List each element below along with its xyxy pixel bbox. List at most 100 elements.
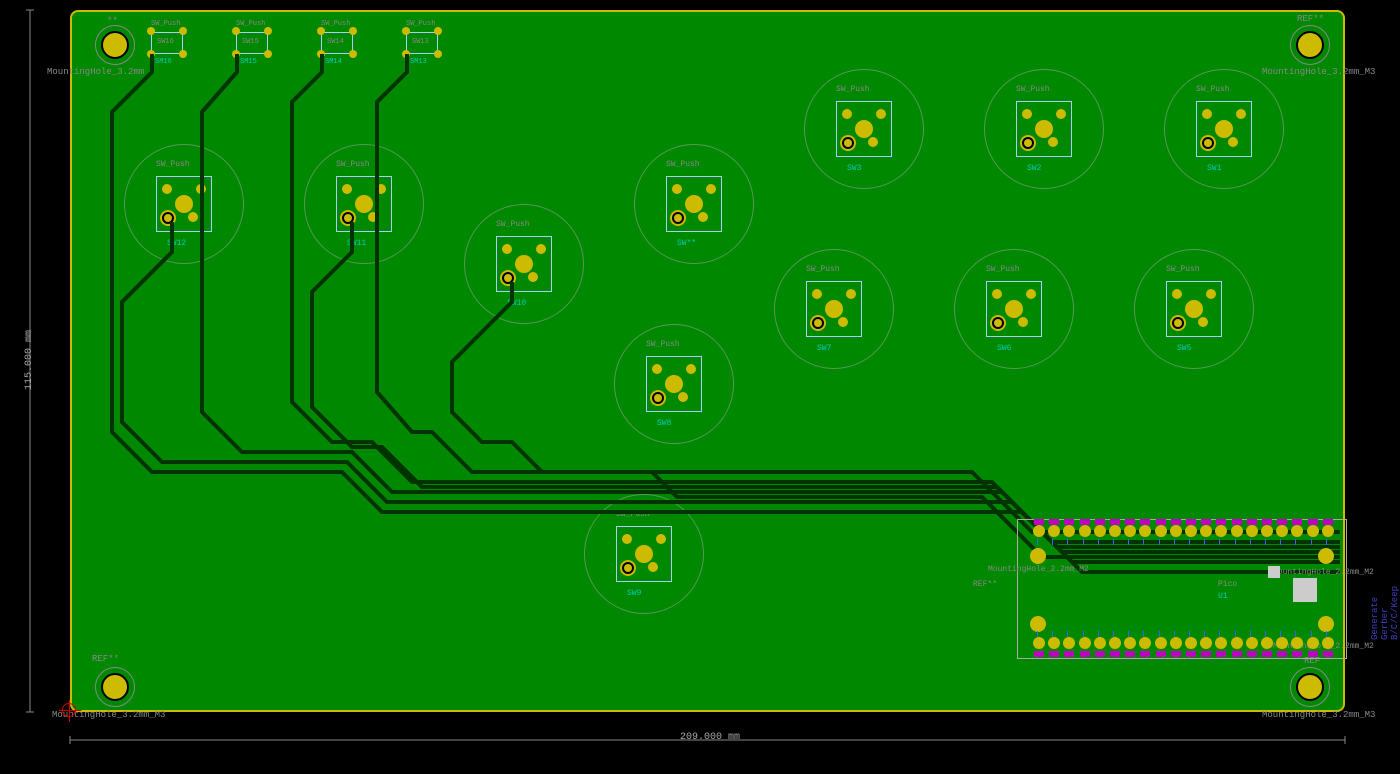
pad bbox=[317, 50, 325, 58]
pad bbox=[147, 50, 155, 58]
arcade-button[interactable]: SW_Push SW2 bbox=[1002, 87, 1086, 171]
pad bbox=[1018, 317, 1028, 327]
pico-castellation bbox=[1110, 519, 1120, 525]
pico-name: Pico bbox=[1218, 580, 1237, 589]
pad bbox=[1206, 289, 1216, 299]
pico-mh-pad bbox=[1318, 616, 1334, 632]
pico-castellation bbox=[1323, 651, 1333, 657]
pico-castellation bbox=[1201, 519, 1211, 525]
pico-tick bbox=[1250, 631, 1251, 637]
pad bbox=[868, 137, 878, 147]
arcade-button[interactable]: SW_Push SW** bbox=[652, 162, 736, 246]
pad-center bbox=[1005, 300, 1023, 318]
pico-ref: REF** bbox=[973, 580, 997, 589]
mount-hole-tl bbox=[101, 31, 129, 59]
pico-pin bbox=[1246, 637, 1258, 649]
pico-tick bbox=[1052, 539, 1053, 545]
pico-castellation bbox=[1308, 519, 1318, 525]
pad-ring bbox=[672, 212, 684, 224]
pico-castellation bbox=[1292, 519, 1302, 525]
pico-castellation bbox=[1049, 519, 1059, 525]
pico-tick bbox=[1204, 539, 1205, 545]
pico-castellation bbox=[1156, 519, 1166, 525]
arcade-button[interactable]: SW_Push SW7 bbox=[792, 267, 876, 351]
pad-center bbox=[355, 195, 373, 213]
ref: SW2 bbox=[1027, 164, 1041, 173]
pico-mh-pad bbox=[1030, 548, 1046, 564]
pico-tick bbox=[1174, 539, 1175, 545]
pico-tick bbox=[1143, 539, 1144, 545]
ref-star: ** bbox=[107, 16, 118, 26]
sw-label: SW_Push bbox=[321, 20, 350, 28]
label: SW_Push bbox=[1166, 265, 1200, 274]
pico-tick bbox=[1113, 631, 1114, 637]
pad bbox=[349, 27, 357, 35]
pad-center bbox=[685, 195, 703, 213]
pad bbox=[368, 212, 378, 222]
small-switch[interactable]: SW_Push SW13 SM13 bbox=[402, 22, 442, 62]
pad-ring bbox=[842, 137, 854, 149]
sw-id: SM15 bbox=[240, 58, 257, 66]
pico-castellation bbox=[1171, 651, 1181, 657]
ref-label: REF** bbox=[92, 654, 119, 664]
small-switch[interactable]: SW_Push SW15 SM15 bbox=[232, 22, 272, 62]
pico-castellation bbox=[1262, 651, 1272, 657]
arcade-button[interactable]: SW_Push SW9 bbox=[602, 512, 686, 596]
small-switch[interactable]: SW_Push SW16 SM16 bbox=[147, 22, 187, 62]
pico-pin bbox=[1033, 637, 1045, 649]
pico-castellation bbox=[1095, 651, 1105, 657]
label: SW_Push bbox=[666, 160, 700, 169]
ref: SW3 bbox=[847, 164, 861, 173]
pad-ring bbox=[812, 317, 824, 329]
pad bbox=[232, 50, 240, 58]
ref: SW7 bbox=[817, 344, 831, 353]
small-switch[interactable]: SW_Push SW14 SM14 bbox=[317, 22, 357, 62]
pico-tick bbox=[1265, 631, 1266, 637]
pad bbox=[402, 50, 410, 58]
pico-castellation bbox=[1140, 651, 1150, 657]
pico-tick bbox=[1235, 631, 1236, 637]
pico-castellation bbox=[1080, 519, 1090, 525]
arcade-button[interactable]: SW_Push SW10 bbox=[482, 222, 566, 306]
sw-label: SW_Push bbox=[236, 20, 265, 28]
pico-castellation bbox=[1201, 651, 1211, 657]
pad-center bbox=[515, 255, 533, 273]
arcade-button[interactable]: SW_Push SW5 bbox=[1152, 267, 1236, 351]
pico-tick bbox=[1219, 631, 1220, 637]
pico-castellation bbox=[1140, 519, 1150, 525]
arcade-button[interactable]: SW_Push SW1 bbox=[1182, 87, 1266, 171]
pad-center bbox=[1215, 120, 1233, 138]
pad-ring bbox=[342, 212, 354, 224]
pico-castellation bbox=[1110, 651, 1120, 657]
pico-castellation bbox=[1064, 651, 1074, 657]
ref: SW12 bbox=[167, 239, 186, 248]
sw-ref: SW14 bbox=[327, 38, 344, 46]
pico-tick bbox=[1159, 539, 1160, 545]
label: SW_Push bbox=[1016, 85, 1050, 94]
pad-center bbox=[1185, 300, 1203, 318]
pad bbox=[317, 27, 325, 35]
pad bbox=[1048, 137, 1058, 147]
arcade-button[interactable]: SW_Push SW6 bbox=[972, 267, 1056, 351]
pico-castellation bbox=[1247, 519, 1257, 525]
pico-tick bbox=[1098, 631, 1099, 637]
pico-tick bbox=[1037, 539, 1038, 545]
arcade-button[interactable]: SW_Push SW11 bbox=[322, 162, 406, 246]
label: SW_Push bbox=[986, 265, 1020, 274]
arcade-button[interactable]: SW_Push SW3 bbox=[822, 87, 906, 171]
pcb-board[interactable]: MountingHole_3.2mm ** MountingHole_3.2mm… bbox=[70, 10, 1345, 712]
arcade-button[interactable]: SW_Push SW8 bbox=[632, 342, 716, 426]
pad-center bbox=[825, 300, 843, 318]
pad bbox=[876, 109, 886, 119]
pad bbox=[179, 50, 187, 58]
pico-tick bbox=[1280, 539, 1281, 545]
pico-tick bbox=[1067, 539, 1068, 545]
pad bbox=[536, 244, 546, 254]
pad bbox=[706, 184, 716, 194]
pad bbox=[434, 27, 442, 35]
arcade-button[interactable]: SW_Push SW12 bbox=[142, 162, 226, 246]
pad bbox=[232, 27, 240, 35]
pico-castellation bbox=[1034, 651, 1044, 657]
pad-ring bbox=[162, 212, 174, 224]
ref: SW10 bbox=[507, 299, 526, 308]
